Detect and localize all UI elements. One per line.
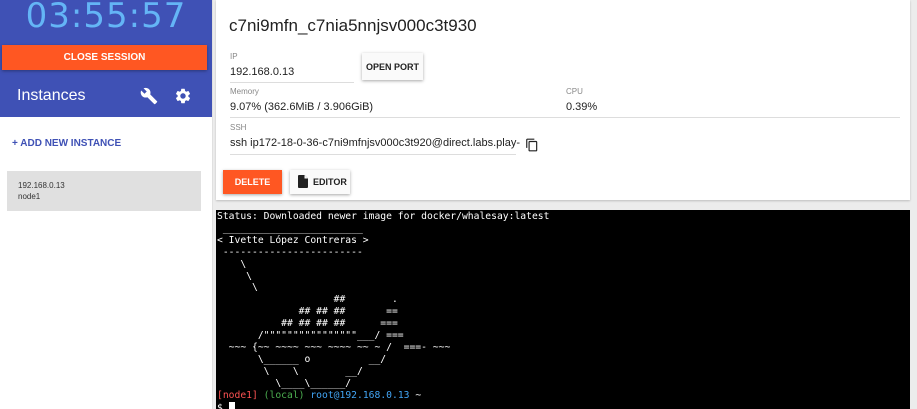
- prompt-dir: ~: [415, 389, 422, 401]
- instance-list-item[interactable]: 192.168.0.13 node1: [7, 171, 201, 211]
- ssh-command[interactable]: ssh ip172-18-0-36-c7ni9mfnjsv000c3t920@d…: [230, 137, 520, 149]
- prompt-user-host: root@192.168.0.13: [310, 389, 410, 401]
- ip-field-underline: [230, 82, 354, 83]
- prompt-symbol: $: [217, 402, 223, 409]
- close-session-button[interactable]: CLOSE SESSION: [2, 45, 207, 70]
- editor-button[interactable]: EDITOR: [290, 170, 350, 194]
- ip-label: IP: [230, 52, 238, 61]
- copy-icon[interactable]: [525, 137, 539, 153]
- cpu-value: 0.39%: [566, 101, 598, 113]
- wrench-icon[interactable]: [140, 87, 158, 105]
- instance-ip: 192.168.0.13: [18, 181, 65, 190]
- whalesay-art: ________________________ < Ivette López …: [217, 222, 451, 389]
- delete-button[interactable]: DELETE: [223, 170, 282, 194]
- instances-title: Instances: [17, 87, 86, 104]
- prompt-local: (local): [263, 389, 305, 401]
- instance-details-card: c7ni9mfn_c7nia5nnjsv000c3t930 IP 192.168…: [216, 0, 910, 200]
- memory-field-underline: [230, 117, 900, 118]
- terminal-status-line: Status: Downloaded newer image for docke…: [217, 211, 550, 222]
- session-timer: 03:55:57: [25, 0, 187, 36]
- memory-label: Memory: [230, 87, 259, 96]
- terminal-cursor: [228, 401, 235, 409]
- instance-title: c7ni9mfn_c7nia5nnjsv000c3t930: [229, 16, 477, 35]
- prompt-node: [node1]: [217, 389, 258, 401]
- ssh-field-underline: [230, 154, 516, 155]
- add-new-instance-button[interactable]: + ADD NEW INSTANCE: [12, 138, 121, 149]
- instance-name: node1: [18, 192, 41, 201]
- terminal[interactable]: Status: Downloaded newer image for docke…: [216, 210, 910, 409]
- terminal-output: Status: Downloaded newer image for docke…: [216, 210, 910, 409]
- gear-icon[interactable]: [174, 87, 192, 105]
- cpu-label: CPU: [566, 87, 583, 96]
- memory-value: 9.07% (362.6MiB / 3.906GiB): [230, 101, 374, 113]
- session-header: 03:55:57 CLOSE SESSION Instances: [0, 0, 212, 117]
- sidebar: 03:55:57 CLOSE SESSION Instances + ADD N…: [0, 0, 213, 409]
- file-icon: [298, 175, 308, 188]
- ip-value[interactable]: 192.168.0.13: [230, 66, 294, 78]
- ssh-label: SSH: [230, 123, 247, 132]
- open-port-button[interactable]: OPEN PORT: [362, 53, 423, 80]
- editor-label: EDITOR: [313, 177, 347, 187]
